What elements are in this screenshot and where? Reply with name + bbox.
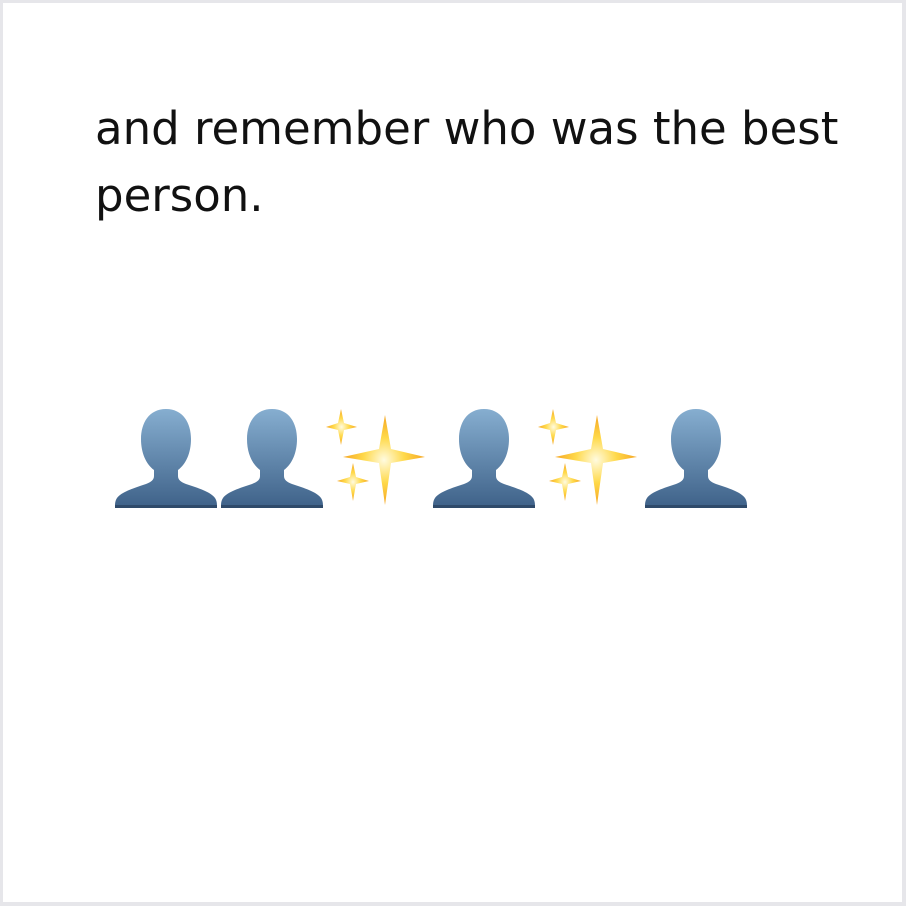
bust-in-silhouette-icon — [431, 405, 537, 511]
bust-in-silhouette-icon — [643, 405, 749, 511]
bust-in-silhouette-icon — [219, 405, 325, 511]
caption-text: and remember who was the best person. — [95, 102, 839, 222]
slide-card: and remember who was the best person. — [3, 3, 902, 902]
sparkles-icon — [537, 405, 643, 511]
bust-in-silhouette-icon — [113, 405, 219, 511]
emoji-row — [113, 401, 749, 511]
sparkles-icon — [325, 405, 431, 511]
